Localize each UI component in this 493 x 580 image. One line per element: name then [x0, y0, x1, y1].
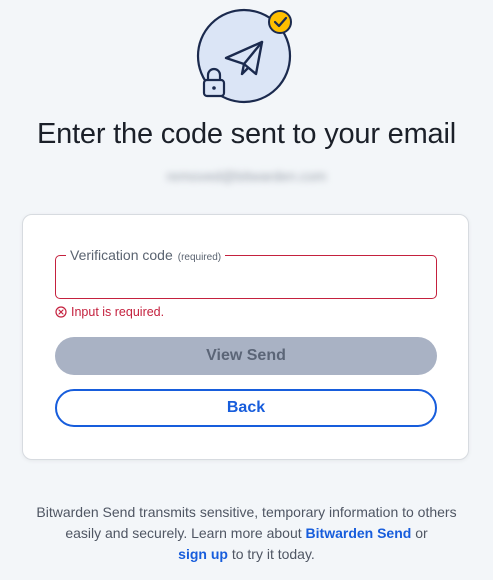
bitwarden-send-link[interactable]: Bitwarden Send	[306, 525, 412, 541]
send-illustration	[196, 8, 296, 104]
footer-text: Bitwarden Send transmits sensitive, temp…	[20, 502, 473, 565]
verification-code-input[interactable]	[66, 266, 426, 290]
field-label: Verification code (required)	[66, 247, 226, 263]
error-text: Input is required.	[71, 305, 165, 319]
verification-card: Verification code (required) Input is re…	[22, 214, 469, 460]
view-send-button[interactable]: View Send	[55, 337, 437, 375]
verification-code-field[interactable]: Verification code (required)	[55, 247, 437, 299]
required-hint: (required)	[177, 252, 222, 263]
sign-up-link[interactable]: sign up	[178, 546, 228, 562]
verification-code-label: Verification code	[70, 247, 173, 263]
error-message: Input is required.	[55, 305, 164, 319]
page: Enter the code sent to your email remove…	[0, 0, 493, 580]
page-title: Enter the code sent to your email	[37, 118, 456, 150]
recipient-email: removed@bitwarden.com	[166, 168, 327, 184]
error-circle-icon	[55, 306, 67, 318]
back-button[interactable]: Back	[55, 389, 437, 427]
check-circle-icon	[268, 10, 292, 34]
footer-text-2: or	[411, 525, 428, 541]
footer-text-3: to try it today.	[227, 546, 315, 562]
paper-plane-icon	[196, 8, 292, 104]
